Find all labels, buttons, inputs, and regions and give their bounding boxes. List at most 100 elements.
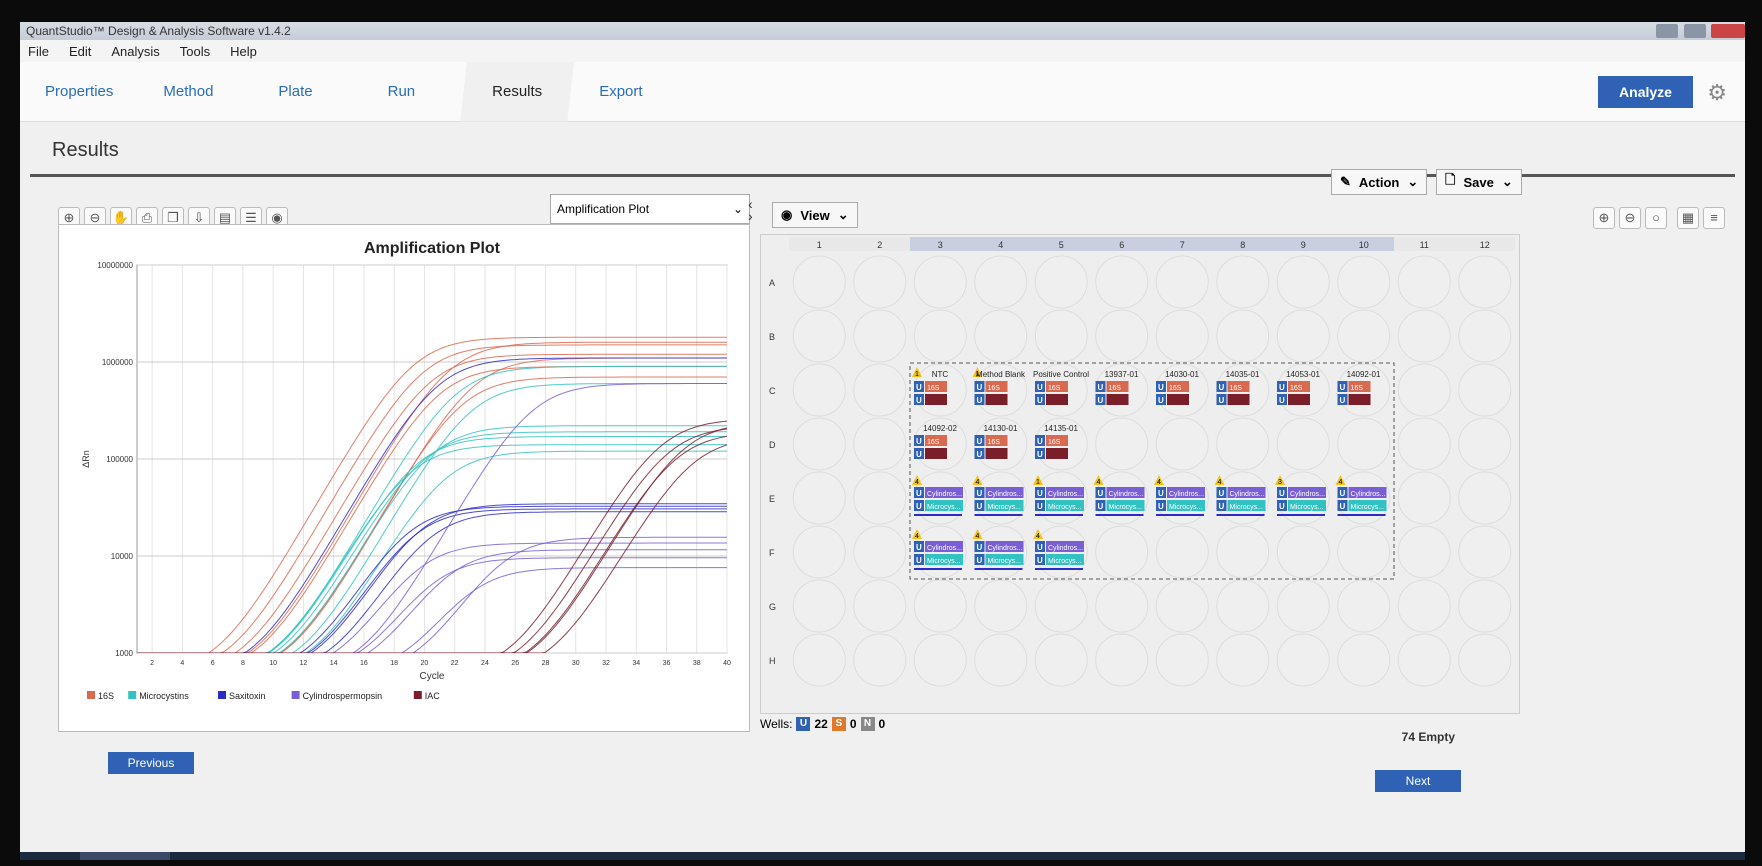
plate-well[interactable] bbox=[1397, 633, 1451, 687]
plate-well[interactable] bbox=[1276, 579, 1330, 633]
column-header[interactable]: 1 bbox=[817, 240, 822, 250]
tab-properties[interactable]: Properties bbox=[20, 62, 138, 122]
plate-well[interactable] bbox=[974, 255, 1028, 309]
plate-well[interactable] bbox=[1276, 255, 1330, 309]
maximize-button[interactable] bbox=[1683, 24, 1706, 38]
taskbar-app-item[interactable] bbox=[80, 852, 170, 860]
previous-button[interactable]: Previous bbox=[108, 752, 194, 774]
plate-well[interactable] bbox=[853, 363, 907, 417]
column-header[interactable]: 3 bbox=[938, 240, 943, 250]
action-button[interactable]: ✎ Action ⌄ bbox=[1331, 169, 1428, 195]
save-button[interactable]: 🗋 Save ⌄ bbox=[1436, 169, 1522, 195]
plate-well[interactable] bbox=[1337, 309, 1391, 363]
zoom-out-icon[interactable]: ⊖ bbox=[1619, 207, 1641, 229]
plate-well[interactable] bbox=[1155, 255, 1209, 309]
plate-well[interactable] bbox=[913, 309, 967, 363]
tab-export[interactable]: Export bbox=[574, 62, 667, 122]
gear-icon[interactable]: ⚙ bbox=[1707, 80, 1727, 106]
column-header[interactable]: 11 bbox=[1420, 240, 1429, 250]
plate-well[interactable] bbox=[1397, 309, 1451, 363]
plate-well[interactable] bbox=[1337, 417, 1391, 471]
view-button[interactable]: ◉ View ⌄ bbox=[772, 202, 858, 228]
plate-well[interactable] bbox=[1458, 579, 1512, 633]
grid-view-icon[interactable]: ▦ bbox=[1677, 207, 1699, 229]
plate-well[interactable] bbox=[974, 309, 1028, 363]
list-view-icon[interactable]: ≡ bbox=[1703, 207, 1725, 229]
plate-well[interactable] bbox=[1337, 525, 1391, 579]
tab-results[interactable]: Results bbox=[460, 61, 575, 122]
plate-well[interactable] bbox=[1276, 525, 1330, 579]
plate-well[interactable] bbox=[1155, 633, 1209, 687]
row-header[interactable]: E bbox=[769, 494, 775, 504]
row-header[interactable]: G bbox=[769, 602, 776, 612]
analyze-button[interactable]: Analyze bbox=[1598, 76, 1693, 108]
zoom-in-icon[interactable]: ⊕ bbox=[1593, 207, 1615, 229]
plate-well[interactable] bbox=[1397, 525, 1451, 579]
plate-well[interactable] bbox=[1155, 525, 1209, 579]
plate-well[interactable] bbox=[1397, 363, 1451, 417]
plate-well[interactable] bbox=[792, 255, 846, 309]
row-header[interactable]: B bbox=[769, 332, 775, 342]
plate-well[interactable] bbox=[1095, 255, 1149, 309]
tab-plate[interactable]: Plate bbox=[238, 62, 337, 122]
plate-well[interactable] bbox=[1034, 579, 1088, 633]
column-header[interactable]: 2 bbox=[877, 240, 882, 250]
plate-well[interactable] bbox=[1216, 255, 1270, 309]
plate-well[interactable] bbox=[1095, 579, 1149, 633]
plate-well[interactable] bbox=[913, 633, 967, 687]
plate-well[interactable] bbox=[1095, 417, 1149, 471]
plate-well[interactable] bbox=[1034, 309, 1088, 363]
plate-well[interactable] bbox=[792, 471, 846, 525]
plate-well[interactable] bbox=[1397, 471, 1451, 525]
plate-well[interactable] bbox=[1216, 525, 1270, 579]
menu-tools[interactable]: Tools bbox=[180, 44, 210, 59]
column-header[interactable]: 6 bbox=[1119, 240, 1124, 250]
plate-well[interactable] bbox=[853, 471, 907, 525]
menu-file[interactable]: File bbox=[28, 44, 49, 59]
column-header[interactable]: 4 bbox=[998, 240, 1003, 250]
plate-well[interactable] bbox=[1155, 309, 1209, 363]
column-header[interactable]: 10 bbox=[1359, 240, 1369, 250]
plate-well[interactable] bbox=[974, 633, 1028, 687]
plate-well[interactable] bbox=[1458, 363, 1512, 417]
plate-well[interactable] bbox=[1155, 579, 1209, 633]
plate-well[interactable] bbox=[1458, 309, 1512, 363]
plate-well[interactable] bbox=[792, 525, 846, 579]
plate-well[interactable] bbox=[792, 633, 846, 687]
plate-well[interactable] bbox=[1216, 633, 1270, 687]
plate-well[interactable] bbox=[1458, 417, 1512, 471]
plate-well[interactable] bbox=[853, 633, 907, 687]
plate-well[interactable] bbox=[792, 417, 846, 471]
plot-type-select[interactable]: Amplification Plot ⌄ bbox=[550, 194, 750, 224]
row-header[interactable]: H bbox=[769, 656, 776, 666]
tab-run[interactable]: Run bbox=[338, 62, 441, 122]
plate-well[interactable] bbox=[1216, 417, 1270, 471]
plate-well[interactable] bbox=[1095, 309, 1149, 363]
plate-well[interactable] bbox=[1458, 255, 1512, 309]
minimize-button[interactable] bbox=[1656, 24, 1679, 38]
menu-analysis[interactable]: Analysis bbox=[111, 44, 159, 59]
plate-well[interactable] bbox=[853, 255, 907, 309]
plate-well[interactable] bbox=[1095, 633, 1149, 687]
plate-well[interactable] bbox=[1397, 255, 1451, 309]
plate-well[interactable] bbox=[1337, 579, 1391, 633]
plate-well[interactable] bbox=[1337, 633, 1391, 687]
plate-well[interactable] bbox=[853, 579, 907, 633]
plate-well[interactable] bbox=[853, 525, 907, 579]
plate-well[interactable] bbox=[1216, 579, 1270, 633]
row-header[interactable]: F bbox=[769, 548, 775, 558]
plate-well[interactable] bbox=[1458, 633, 1512, 687]
reset-zoom-icon[interactable]: ○ bbox=[1645, 207, 1667, 229]
plate-well[interactable] bbox=[1276, 417, 1330, 471]
amplification-chart[interactable]: Amplification Plot2 4 6 8 10 12 14 16 18 20 22 24 26… bbox=[59, 225, 749, 731]
plate-well[interactable] bbox=[913, 579, 967, 633]
row-header[interactable]: C bbox=[769, 386, 776, 396]
plate-well[interactable] bbox=[974, 579, 1028, 633]
plate-well[interactable] bbox=[1095, 525, 1149, 579]
plate-well[interactable] bbox=[1397, 417, 1451, 471]
plate-well[interactable] bbox=[1276, 633, 1330, 687]
plate-well[interactable] bbox=[913, 255, 967, 309]
menu-help[interactable]: Help bbox=[230, 44, 257, 59]
plate-well[interactable] bbox=[853, 309, 907, 363]
column-header[interactable]: 5 bbox=[1059, 240, 1064, 250]
